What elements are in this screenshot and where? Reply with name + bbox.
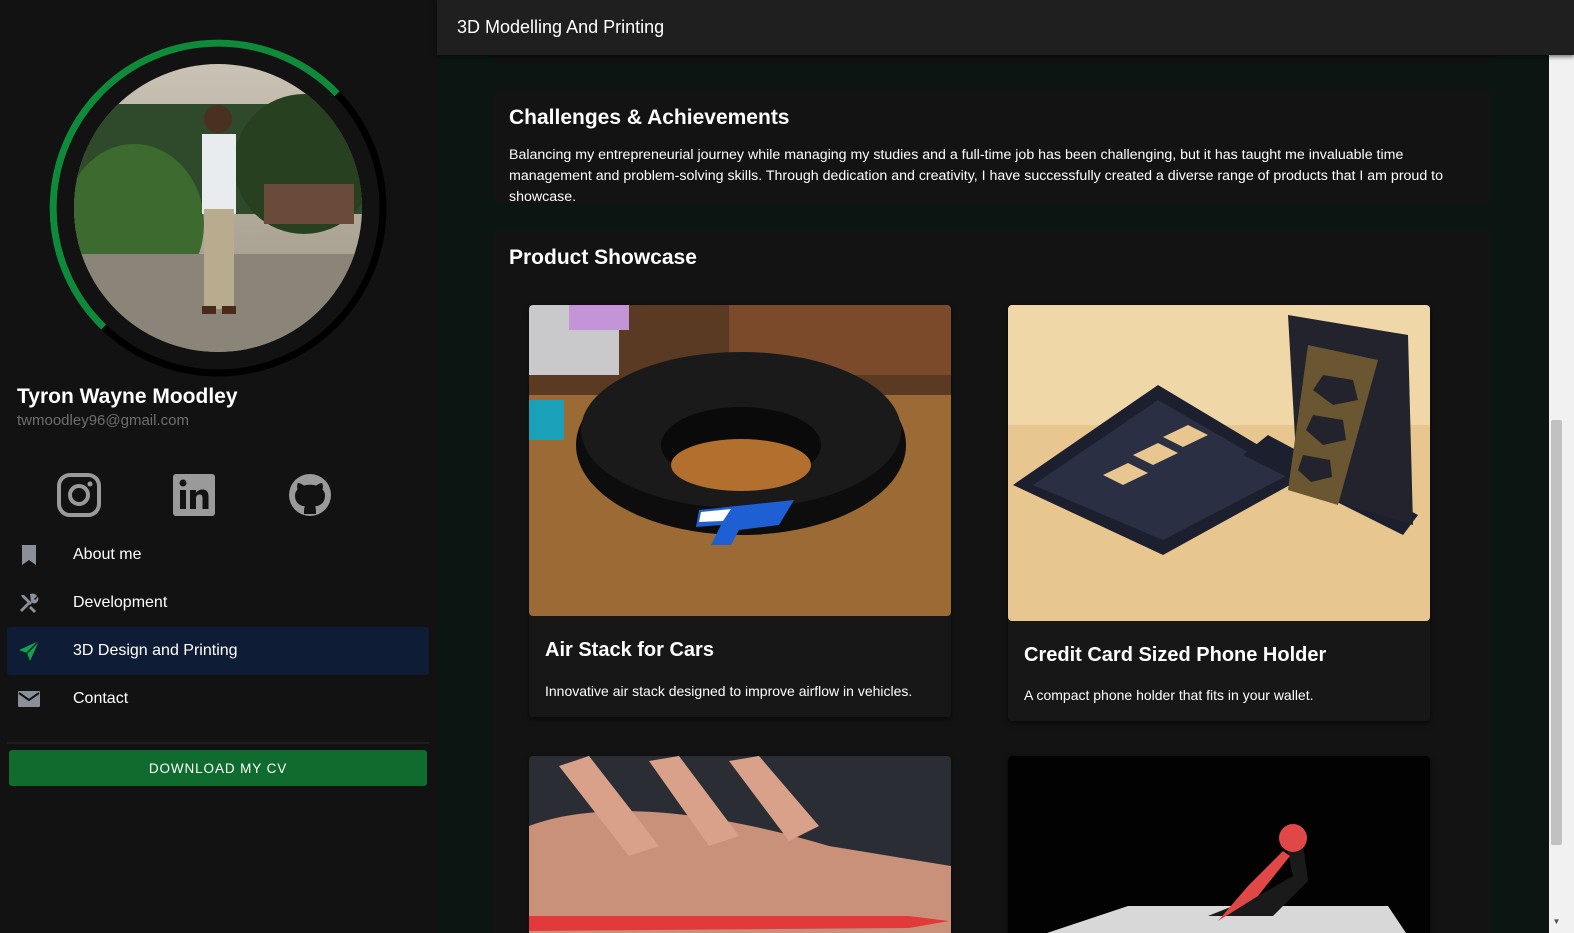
nav-item-development[interactable]: Development — [7, 579, 429, 627]
page-title: 3D Modelling And Printing — [457, 17, 665, 37]
nav-item-3d-design[interactable]: 3D Design and Printing — [7, 627, 429, 675]
bookmark-icon — [22, 545, 36, 565]
product-title: Credit Card Sized Phone Holder — [1024, 644, 1327, 666]
scrollbar[interactable]: ▼ — [1549, 55, 1574, 933]
instagram-icon[interactable] — [56, 472, 102, 518]
avatar — [74, 64, 362, 352]
previous-section-card — [493, 55, 1492, 63]
nav-item-label: About me — [73, 546, 142, 563]
product-description: Innovative air stack designed to improve… — [545, 683, 913, 699]
product-card-3[interactable] — [529, 756, 951, 933]
tools-icon — [20, 593, 39, 613]
nav-item-contact[interactable]: Contact — [7, 675, 429, 723]
app-header: 3D Modelling And Printing — [437, 0, 1574, 55]
nav-divider — [7, 742, 429, 744]
product-card-4[interactable] — [1008, 756, 1430, 933]
mail-icon — [18, 691, 40, 707]
sidebar-nav: About me Development 3D Design and Print… — [7, 531, 429, 723]
nav-item-label: 3D Design and Printing — [73, 642, 238, 659]
nav-item-label: Development — [73, 594, 168, 611]
challenges-text: Balancing my entrepreneurial journey whi… — [509, 147, 1443, 205]
profile-name: Tyron Wayne Moodley — [17, 385, 238, 408]
showcase-title: Product Showcase — [509, 246, 697, 269]
product-3-image — [529, 756, 951, 933]
product-card-phone-holder[interactable]: Credit Card Sized Phone Holder A compact… — [1008, 305, 1430, 721]
air-stack-image — [529, 305, 951, 616]
main-content: Challenges & Achievements Balancing my e… — [437, 55, 1549, 933]
product-description: A compact phone holder that fits in your… — [1024, 687, 1314, 703]
scrollbar-thumb[interactable] — [1551, 420, 1562, 845]
github-icon[interactable] — [287, 472, 333, 518]
challenges-card: Challenges & Achievements Balancing my e… — [493, 90, 1492, 205]
product-card-air-stack[interactable]: Air Stack for Cars Innovative air stack … — [529, 305, 951, 717]
product-4-image — [1008, 756, 1430, 933]
nav-item-label: Contact — [73, 690, 129, 707]
phone-holder-image — [1008, 305, 1430, 621]
social-links — [0, 472, 437, 520]
linkedin-icon[interactable] — [171, 472, 217, 518]
profile-email: twmoodley96@gmail.com — [17, 412, 189, 429]
nav-item-about-me[interactable]: About me — [7, 531, 429, 579]
scroll-down-arrow-icon[interactable]: ▼ — [1551, 917, 1562, 927]
send-icon — [19, 640, 40, 661]
product-title: Air Stack for Cars — [545, 639, 714, 661]
avatar-wrapper — [48, 38, 388, 378]
product-showcase-card: Product Showcase Air Stack for Cars Inno… — [493, 230, 1492, 933]
challenges-title: Challenges & Achievements — [509, 106, 790, 129]
sidebar: Tyron Wayne Moodley twmoodley96@gmail.co… — [0, 0, 437, 933]
download-cv-button[interactable]: DOWNLOAD MY CV — [9, 750, 427, 786]
